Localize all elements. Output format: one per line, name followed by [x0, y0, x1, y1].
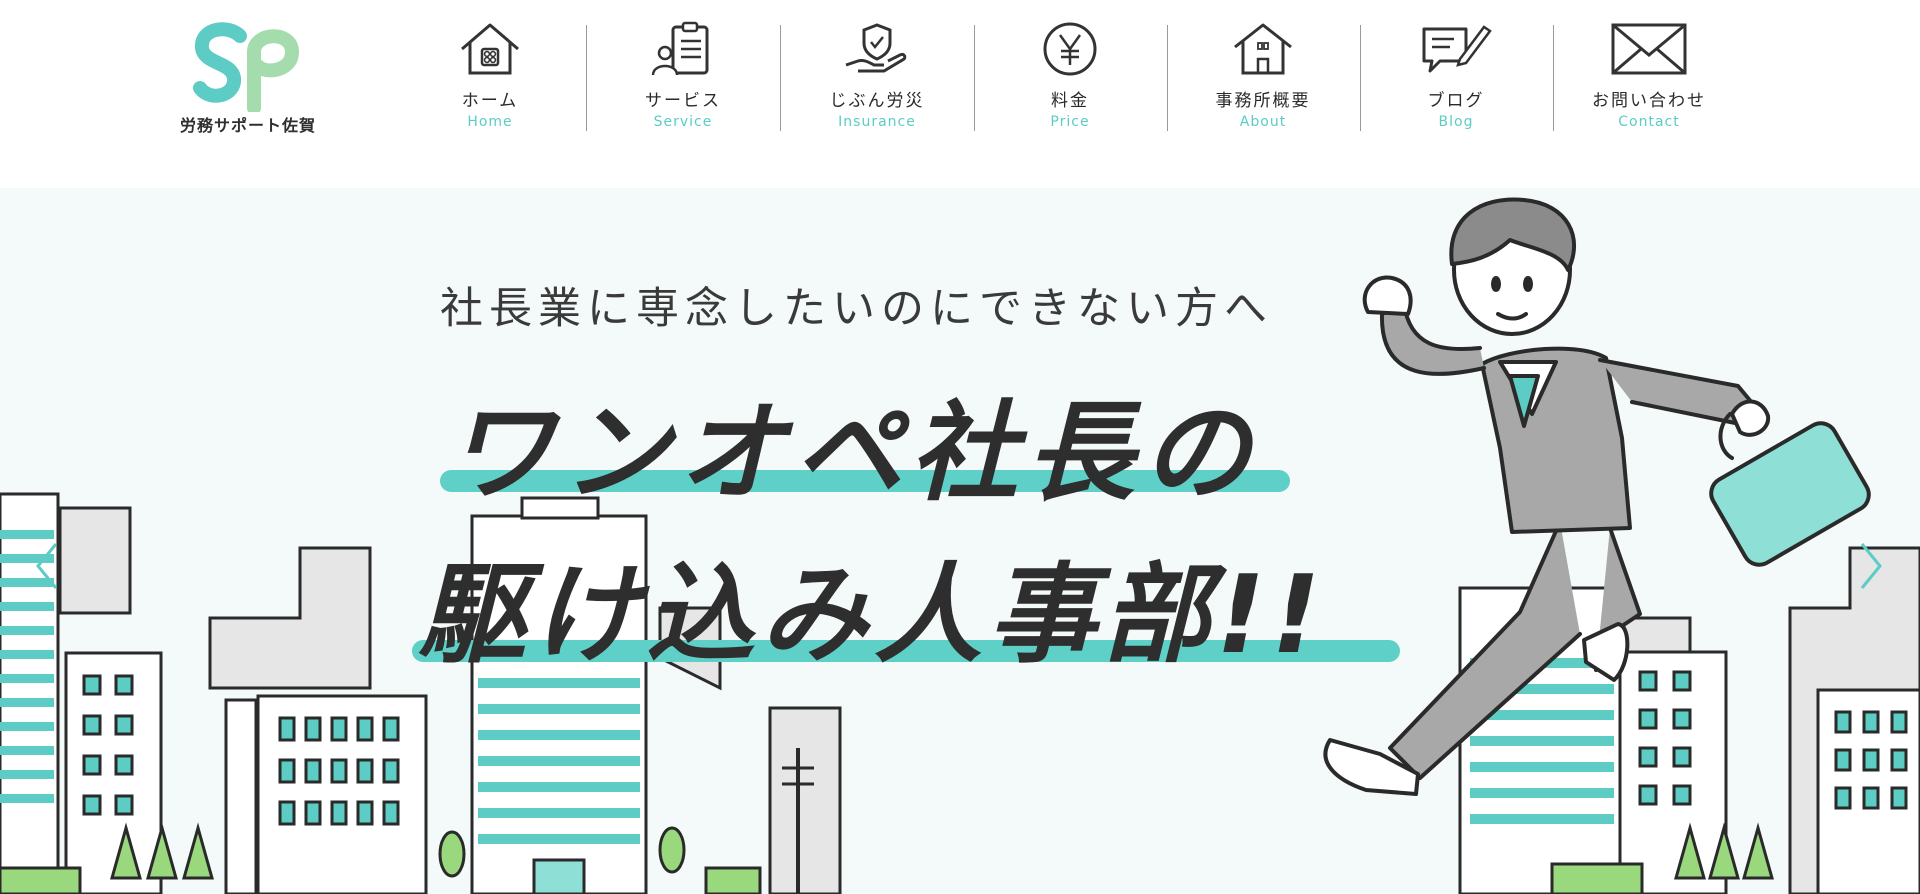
- hero-headline-line2: 駆け込み人事部!!: [418, 553, 1327, 678]
- nav-item-about[interactable]: 事務所概要 About: [1167, 20, 1359, 132]
- hero-subheading: 社長業に専念したいのにできない方へ: [440, 284, 1273, 334]
- yen-icon: [1043, 22, 1097, 76]
- nav-label-en: Blog: [1438, 114, 1474, 130]
- nav-label-en: Contact: [1618, 114, 1680, 130]
- nav-label-ja: ホーム: [461, 91, 519, 111]
- nav-item-service[interactable]: サービス Service: [587, 20, 779, 132]
- clipboard-person-icon: [651, 21, 709, 76]
- envelope-icon: [1611, 23, 1687, 75]
- nav-label-ja: 料金: [1051, 91, 1089, 111]
- house-icon: [461, 23, 519, 75]
- nav-label-ja: 事務所概要: [1215, 91, 1311, 111]
- nav-label-ja: サービス: [645, 91, 721, 111]
- nav-label-en: Service: [653, 114, 713, 130]
- hero-banner: 社長業に専念したいのにできない方へ ワンオペ社長の 駆け込み人事部!!: [0, 188, 1920, 894]
- nav-label-ja: お問い合わせ: [1592, 91, 1706, 111]
- nav-label-ja: ブログ: [1427, 91, 1485, 111]
- shield-hand-icon: [845, 23, 907, 73]
- nav-item-insurance[interactable]: じぶん労災 Insurance: [781, 20, 973, 132]
- slider-next-button[interactable]: [1856, 538, 1886, 594]
- slider-prev-button[interactable]: [32, 538, 62, 594]
- chevron-right-icon: [1860, 543, 1882, 589]
- chevron-left-icon: [36, 543, 58, 589]
- nav-item-home[interactable]: ホーム Home: [394, 20, 586, 132]
- nav-label-en: Home: [467, 114, 513, 130]
- site-header: 労務サポート佐賀 ホーム Home サービス Service じぶん労災 Ins…: [0, 0, 1920, 188]
- global-nav: ホーム Home サービス Service じぶん労災 Insurance 料金…: [0, 0, 1920, 188]
- office-building-icon: [1234, 23, 1292, 75]
- nav-label-en: Price: [1050, 114, 1090, 130]
- nav-label-en: Insurance: [838, 114, 916, 130]
- nav-item-price[interactable]: 料金 Price: [974, 20, 1166, 132]
- nav-label-en: About: [1239, 114, 1287, 130]
- nav-item-contact[interactable]: お問い合わせ Contact: [1553, 20, 1745, 132]
- hero-headline-line1: ワンオペ社長の: [446, 391, 1259, 516]
- chat-pen-icon: [1422, 25, 1492, 73]
- nav-label-ja: じぶん労災: [829, 91, 925, 111]
- nav-item-blog[interactable]: ブログ Blog: [1360, 20, 1552, 132]
